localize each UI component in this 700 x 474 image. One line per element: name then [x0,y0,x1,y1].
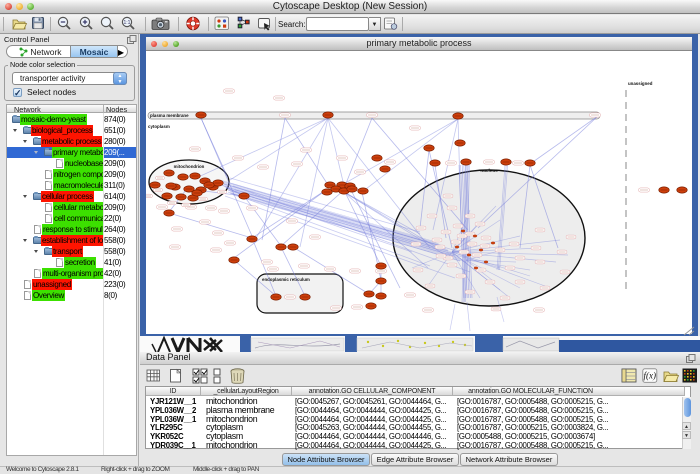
svg-text:1:1: 1:1 [124,20,131,26]
svg-text:unassigned: unassigned [628,81,653,86]
svg-text:nucleus: nucleus [480,168,498,173]
svg-text:mitochondrion: mitochondrion [174,164,205,169]
svg-text:plasma membrane: plasma membrane [150,113,189,118]
svg-text:f(x): f(x) [644,371,657,381]
svg-text:cytoplasm: cytoplasm [148,124,170,129]
